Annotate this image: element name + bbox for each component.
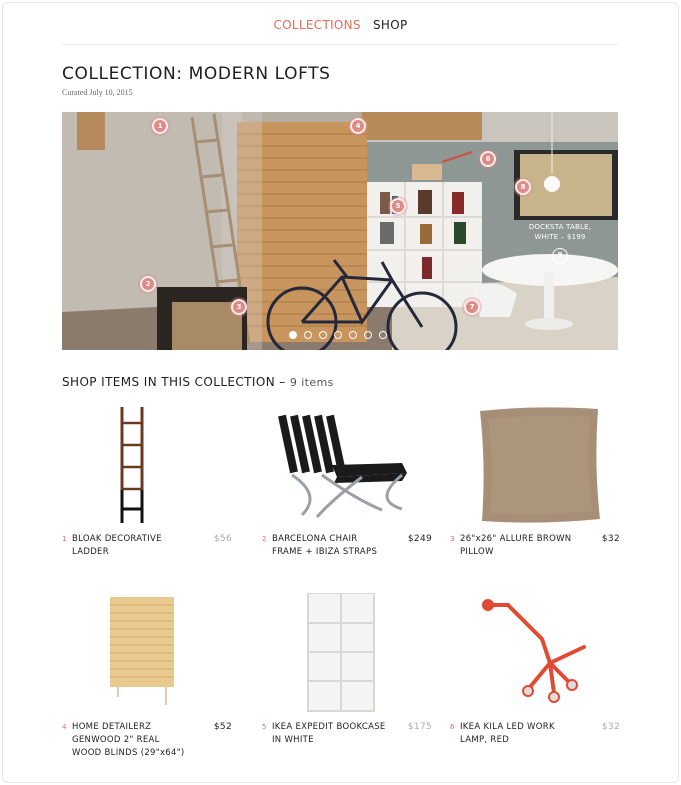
section-heading: SHOP ITEMS IN THIS COLLECTION – 9 items — [62, 375, 334, 389]
nav-divider — [62, 44, 618, 45]
hotspot-6[interactable]: 6 — [480, 151, 496, 167]
hotspot-5[interactable]: 5 — [390, 198, 406, 214]
product-number: 4 — [62, 723, 67, 731]
hotspot-2[interactable]: 2 — [140, 276, 156, 292]
barcelona-chair-image[interactable] — [262, 405, 432, 525]
item-count: 9 items — [289, 376, 334, 389]
ladder-image[interactable] — [62, 405, 232, 525]
product-name[interactable]: HOME DETAILERZ GENWOOD 2" REAL WOOD BLIN… — [72, 721, 190, 760]
tooltip-line-1: DOCKSTA TABLE, — [528, 223, 592, 231]
product-number: 5 — [262, 723, 267, 731]
collection-hero-image: 1 2 3 4 5 6 7 8 9 DOCKSTA TABLE, WHITE –… — [62, 112, 618, 350]
product-number: 2 — [262, 535, 267, 543]
hotspot-1[interactable]: 1 — [152, 118, 168, 134]
tooltip-line-2: WHITE – $199 — [534, 233, 586, 241]
top-nav: COLLECTIONS SHOP — [0, 18, 681, 32]
work-lamp-image[interactable] — [450, 593, 620, 713]
bookcase-image[interactable] — [262, 593, 432, 713]
nav-shop-link[interactable]: SHOP — [373, 18, 408, 32]
product-price: $32 — [601, 534, 620, 544]
product-name[interactable]: 26"x26" ALLURE BROWN PILLOW — [460, 533, 578, 559]
product-name[interactable]: BLOAK DECORATIVE LADDER — [72, 533, 190, 559]
slide-dot-3[interactable] — [319, 331, 327, 339]
product-name[interactable]: IKEA EXPEDIT BOOKCASE IN WHITE — [272, 721, 390, 747]
product-price: $249 — [407, 534, 432, 544]
product-price: $56 — [213, 534, 232, 544]
slide-dot-6[interactable] — [364, 331, 372, 339]
hotspot-3[interactable]: 3 — [231, 299, 247, 315]
slide-pager — [289, 331, 387, 339]
wood-blinds-image[interactable] — [62, 593, 232, 713]
hotspot-9[interactable]: 9 — [552, 248, 568, 264]
product-name[interactable]: IKEA KILA LED WORK LAMP, RED — [460, 721, 578, 747]
product-number: 1 — [62, 535, 67, 543]
product-price: $52 — [213, 722, 232, 732]
pillow-image[interactable] — [450, 405, 620, 525]
product-price: $175 — [407, 722, 432, 732]
slide-dot-7[interactable] — [379, 331, 387, 339]
slide-dot-2[interactable] — [304, 331, 312, 339]
hotspot-4[interactable]: 4 — [350, 118, 366, 134]
product-name[interactable]: BARCELONA CHAIR FRAME + IBIZA STRAPS — [272, 533, 390, 559]
nav-collections-link[interactable]: COLLECTIONS — [273, 18, 360, 32]
hotspot-7[interactable]: 7 — [464, 299, 480, 315]
slide-dot-1[interactable] — [289, 331, 297, 339]
slide-dot-5[interactable] — [349, 331, 357, 339]
slide-dot-4[interactable] — [334, 331, 342, 339]
hotspot-tooltip: DOCKSTA TABLE, WHITE – $199 — [522, 222, 598, 242]
product-number: 3 — [450, 535, 455, 543]
product-price: $32 — [601, 722, 620, 732]
product-number: 6 — [450, 723, 455, 731]
page-title: COLLECTION: MODERN LOFTS — [62, 64, 331, 84]
curated-date: Curated July 10, 2015 — [62, 88, 133, 97]
hotspot-8[interactable]: 8 — [515, 179, 531, 195]
section-title: SHOP ITEMS IN THIS COLLECTION – — [62, 375, 286, 389]
